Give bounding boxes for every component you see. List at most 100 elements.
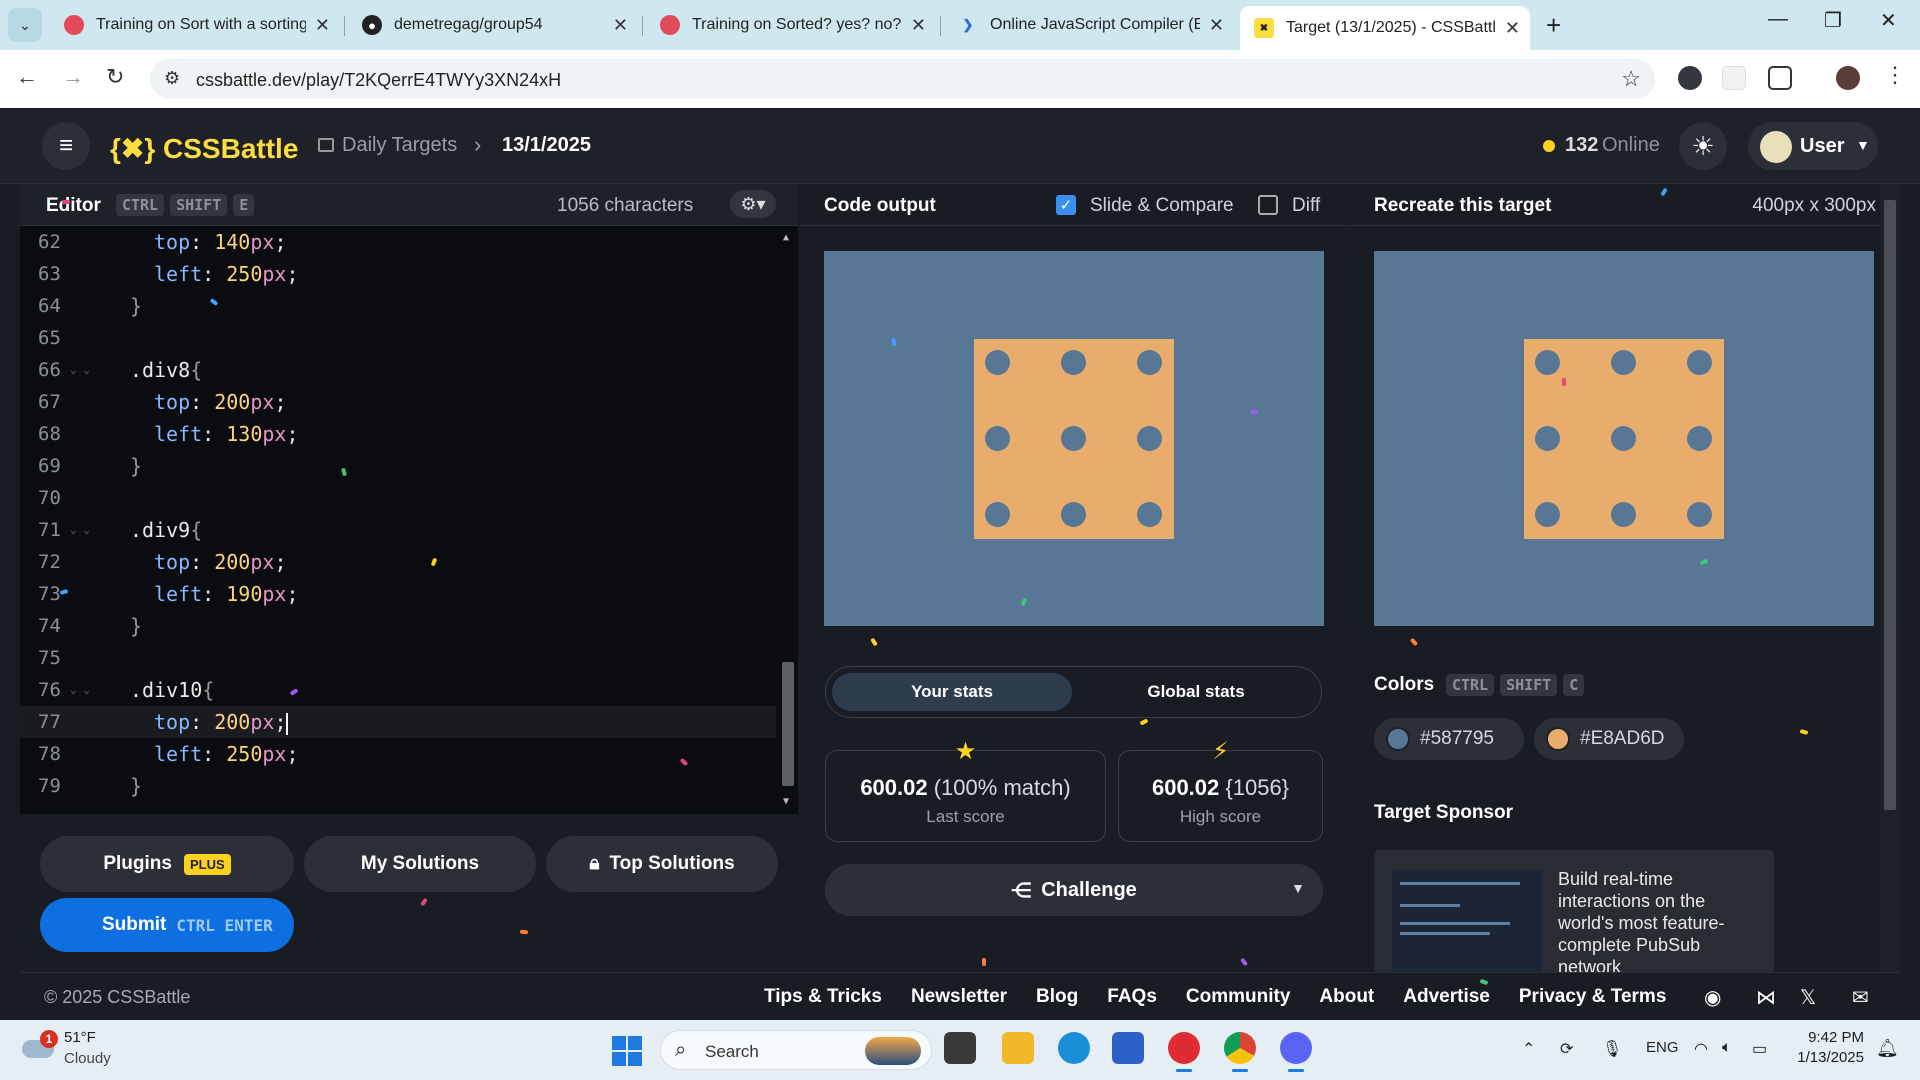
code-line[interactable]: 69} xyxy=(20,450,776,482)
store-icon[interactable] xyxy=(1112,1032,1144,1064)
slide-compare-checkbox[interactable]: ✓ xyxy=(1056,195,1076,215)
new-tab-icon[interactable]: + xyxy=(1546,10,1561,41)
code-line[interactable]: 79} xyxy=(20,770,776,802)
restore-icon[interactable]: ❐ xyxy=(1824,8,1842,33)
close-window-icon[interactable]: ✕ xyxy=(1880,8,1897,33)
code-line[interactable]: 78 left: 250px; xyxy=(20,738,776,770)
my-solutions-button[interactable]: My Solutions xyxy=(304,836,536,892)
edge-icon[interactable] xyxy=(1058,1032,1090,1064)
chevron-up-icon[interactable]: ⌃ xyxy=(1522,1039,1535,1059)
user-menu-button[interactable]: User ▼ xyxy=(1748,122,1878,170)
sponsor-card[interactable]: Build real-time interactions on the worl… xyxy=(1374,850,1774,974)
color-chip[interactable]: #587795 xyxy=(1374,718,1524,760)
taskbar-search[interactable]: ⌕ Search xyxy=(660,1030,932,1070)
address-bar[interactable]: ⚙ cssbattle.dev/play/T2KQerrE4TWYy3XN24x… xyxy=(150,59,1655,99)
chevron-down-icon[interactable]: ▼ xyxy=(1291,880,1305,896)
browser-tab[interactable]: ❯ Online JavaScript Compiler (Edi ✕ xyxy=(944,6,1234,44)
battery-icon[interactable]: ▭ xyxy=(1752,1039,1767,1059)
reload-icon[interactable]: ↻ xyxy=(106,64,124,90)
volume-icon[interactable]: 🔈︎ xyxy=(1722,1039,1732,1057)
color-chip[interactable]: #E8AD6D xyxy=(1534,718,1684,760)
target-canvas[interactable] xyxy=(1374,251,1874,626)
close-tab-icon[interactable]: ✕ xyxy=(1209,15,1224,36)
task-view-icon[interactable] xyxy=(944,1032,976,1064)
bluesky-icon[interactable]: ⋈ xyxy=(1756,985,1776,1010)
site-logo[interactable]: {✖} CSSBattle xyxy=(110,132,298,165)
footer-link[interactable]: About xyxy=(1319,986,1374,1008)
fold-icon[interactable]: ⌄ ⌄ xyxy=(70,354,90,386)
discord-icon[interactable]: ◉ xyxy=(1704,985,1721,1010)
code-line[interactable]: 62 top: 140px; xyxy=(20,226,776,258)
top-solutions-button[interactable]: 🔒︎ Top Solutions xyxy=(546,836,778,892)
microphone-icon[interactable]: 🎙︎ xyxy=(1602,1039,1622,1059)
code-editor[interactable]: ▲ ▼ 62 top: 140px; 63 left: 250px; 64} 65 66 ⌄ … xyxy=(20,226,798,814)
footer-link[interactable]: Newsletter xyxy=(911,986,1007,1008)
system-clock[interactable]: 9:42 PM 1/13/2025 xyxy=(1784,1029,1864,1066)
minimize-icon[interactable]: — xyxy=(1768,8,1788,31)
browser-tab[interactable]: ● demetregag/group54 ✕ xyxy=(348,6,638,44)
code-line[interactable]: 65 xyxy=(20,322,776,354)
breadcrumb-daily-targets[interactable]: Daily Targets xyxy=(342,134,457,157)
footer-link[interactable]: Community xyxy=(1186,986,1291,1008)
code-line[interactable]: 70 xyxy=(20,482,776,514)
language-indicator[interactable]: ENG xyxy=(1646,1039,1679,1056)
diff-checkbox[interactable] xyxy=(1258,195,1278,215)
footer-link[interactable]: Blog xyxy=(1036,986,1078,1008)
extension-icon[interactable] xyxy=(1722,66,1746,90)
back-icon[interactable]: ← xyxy=(16,64,38,90)
footer-link[interactable]: Advertise xyxy=(1403,986,1490,1008)
extensions-puzzle-icon[interactable] xyxy=(1768,66,1792,90)
scroll-down-icon[interactable]: ▼ xyxy=(783,796,789,807)
wifi-icon[interactable]: ◠ xyxy=(1694,1039,1708,1059)
code-line[interactable]: 71 ⌄ ⌄ .div9{ xyxy=(20,514,776,546)
close-tab-icon[interactable]: ✕ xyxy=(911,15,926,36)
code-line[interactable]: 77 top: 200px; xyxy=(20,706,776,738)
tab-your-stats[interactable]: Your stats xyxy=(832,673,1072,711)
code-line[interactable]: 64} xyxy=(20,290,776,322)
x-icon[interactable]: 𝕏 xyxy=(1800,985,1816,1010)
weather-widget[interactable]: 1 xyxy=(22,1030,62,1060)
code-line[interactable]: 67 top: 200px; xyxy=(20,386,776,418)
plugins-button[interactable]: Plugins PLUS xyxy=(40,836,294,892)
page-scrollbar[interactable] xyxy=(1880,184,1900,972)
browser-tab[interactable]: Training on Sort with a sorting a ✕ xyxy=(50,6,340,44)
scrollbar-thumb[interactable] xyxy=(782,662,794,786)
url-text[interactable]: cssbattle.dev/play/T2KQerrE4TWYy3XN24xH xyxy=(196,70,561,91)
notification-bell-icon[interactable]: 🔔︎ xyxy=(1876,1038,1899,1059)
footer-link[interactable]: Privacy & Terms xyxy=(1519,986,1667,1008)
profile-avatar[interactable] xyxy=(1836,66,1860,90)
close-tab-icon[interactable]: ✕ xyxy=(315,15,330,36)
chrome-icon[interactable] xyxy=(1224,1032,1256,1072)
code-line[interactable]: 75 xyxy=(20,642,776,674)
code-line[interactable]: 63 left: 250px; xyxy=(20,258,776,290)
challenge-button[interactable]: ⋲ Challenge ▼ xyxy=(825,864,1323,916)
file-explorer-icon[interactable] xyxy=(1002,1032,1034,1064)
code-line[interactable]: 74} xyxy=(20,610,776,642)
close-tab-icon[interactable]: ✕ xyxy=(1505,18,1520,39)
slide-compare-label[interactable]: Slide & Compare xyxy=(1090,195,1234,217)
forward-icon[interactable]: → xyxy=(62,64,84,90)
code-output-canvas[interactable] xyxy=(824,251,1324,626)
code-line[interactable]: 68 left: 130px; xyxy=(20,418,776,450)
footer-link[interactable]: FAQs xyxy=(1107,986,1157,1008)
code-line[interactable]: 73 left: 190px; xyxy=(20,578,776,610)
theme-toggle-button[interactable]: ☀ xyxy=(1679,122,1727,170)
footer-link[interactable]: Tips & Tricks xyxy=(764,986,882,1008)
fold-icon[interactable]: ⌄ ⌄ xyxy=(70,674,90,706)
tab-search-dropdown[interactable]: ⌄ xyxy=(8,8,42,42)
editor-scrollbar[interactable]: ▲ ▼ xyxy=(778,226,798,814)
editor-settings-button[interactable]: ⚙▾ xyxy=(730,190,776,218)
opera-icon[interactable] xyxy=(1168,1032,1200,1072)
code-line[interactable]: 72 top: 200px; xyxy=(20,546,776,578)
mail-icon[interactable]: ✉ xyxy=(1852,985,1869,1010)
browser-menu-icon[interactable]: ⋮ xyxy=(1884,62,1906,88)
extension-incognito-icon[interactable] xyxy=(1678,66,1702,90)
fold-icon[interactable]: ⌄ ⌄ xyxy=(70,514,90,546)
tab-global-stats[interactable]: Global stats xyxy=(1076,673,1316,711)
diff-label[interactable]: Diff xyxy=(1292,195,1320,217)
bookmark-star-icon[interactable]: ☆ xyxy=(1621,66,1641,92)
scrollbar-thumb[interactable] xyxy=(1884,200,1896,810)
sync-icon[interactable]: ⟳ xyxy=(1560,1039,1573,1059)
discord-app-icon[interactable] xyxy=(1280,1032,1312,1072)
browser-tab[interactable]: Training on Sorted? yes? no? ho ✕ xyxy=(646,6,936,44)
